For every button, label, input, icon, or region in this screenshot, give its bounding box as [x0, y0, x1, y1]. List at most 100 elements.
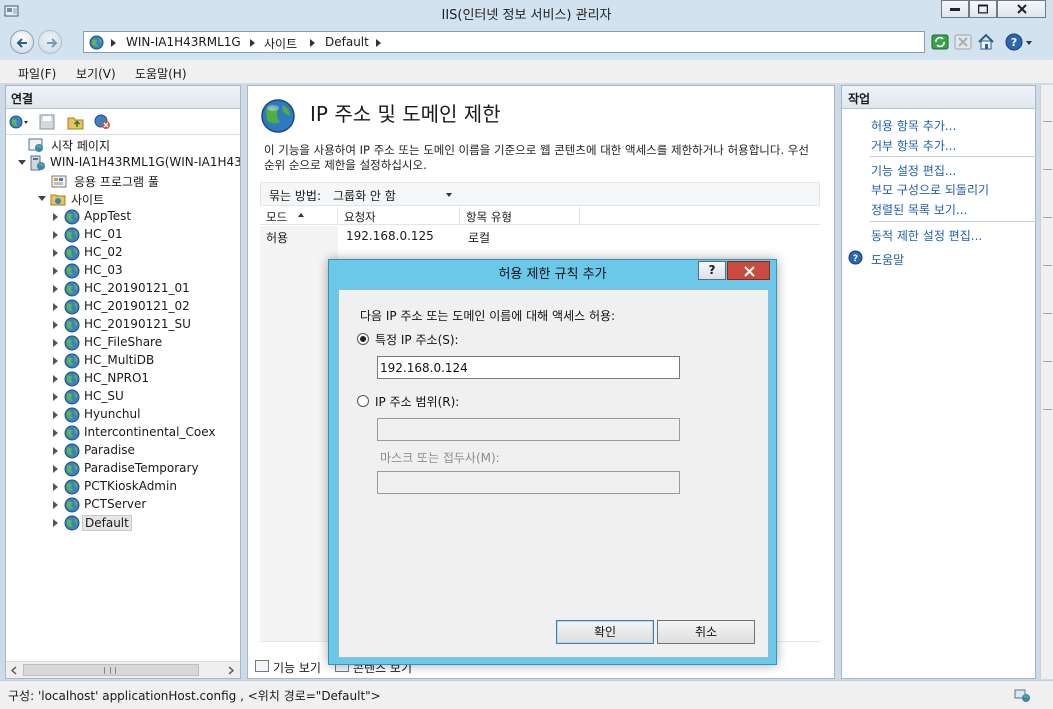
- tree-node-site[interactable]: ParadiseTemporary: [53, 460, 238, 478]
- tree-node-site[interactable]: HC_NPRO1: [53, 370, 238, 388]
- ip-range-input[interactable]: [377, 418, 680, 441]
- specific-ip-input[interactable]: [377, 356, 680, 379]
- tree-node-site[interactable]: Hyunchul: [53, 406, 238, 424]
- expand-arrow-icon[interactable]: [53, 357, 58, 365]
- radio-ip-range-label[interactable]: IP 주소 범위(R):: [375, 393, 459, 410]
- site-globe-icon: [64, 245, 80, 261]
- tab-features-view[interactable]: 기능 보기: [255, 658, 335, 676]
- action-add-deny[interactable]: 거부 항목 추가...: [871, 137, 956, 154]
- expand-arrow-icon[interactable]: [53, 519, 58, 527]
- site-globe-icon: [64, 443, 80, 459]
- connect-globe-icon[interactable]: [9, 114, 31, 130]
- column-header-entry-type[interactable]: 항목 유형: [460, 207, 580, 225]
- help-icon[interactable]: ?: [848, 250, 863, 265]
- close-window-button[interactable]: [997, 0, 1046, 18]
- expand-arrow-icon[interactable]: [53, 429, 58, 437]
- expand-arrow-icon[interactable]: [53, 375, 58, 383]
- tree-node-site[interactable]: HC_MultiDB: [53, 352, 238, 370]
- tree-node-app-pools[interactable]: 응용 프로그램 풀: [51, 172, 231, 190]
- menu-help[interactable]: 도움말(H): [135, 65, 187, 82]
- expand-arrow-icon[interactable]: [53, 447, 58, 455]
- breadcrumb-sites[interactable]: 사이트: [264, 35, 297, 52]
- dialog-close-button[interactable]: [727, 261, 770, 280]
- tree-node-site[interactable]: AppTest: [53, 208, 238, 226]
- tree-node-server[interactable]: WIN-IA1H43RML1G(WIN-IA1H43RML1G: [16, 154, 240, 172]
- tree-node-site[interactable]: HC_20190121_02: [53, 298, 238, 316]
- expand-arrow-icon[interactable]: [53, 501, 58, 509]
- folder-up-icon[interactable]: [67, 114, 85, 130]
- ok-button[interactable]: 확인: [556, 620, 654, 644]
- tree-node-sites[interactable]: 사이트: [38, 190, 218, 208]
- radio-specific-ip-label[interactable]: 특정 IP 주소(S):: [375, 331, 459, 348]
- expand-arrow-icon[interactable]: [53, 249, 58, 257]
- table-row[interactable]: 허용 192.168.0.125 로컬: [260, 226, 820, 246]
- column-header-requester[interactable]: 요청자: [338, 207, 460, 225]
- mask-input[interactable]: [377, 471, 680, 494]
- save-icon[interactable]: [39, 114, 55, 130]
- scroll-right-icon[interactable]: [223, 664, 238, 677]
- forward-button[interactable]: [38, 30, 62, 54]
- tree-node-site[interactable]: HC_FileShare: [53, 334, 238, 352]
- tree-node-start-page[interactable]: 시작 페이지: [28, 136, 238, 154]
- column-header-mode[interactable]: 모드: [260, 207, 338, 225]
- maximize-button[interactable]: [969, 0, 997, 18]
- address-bar[interactable]: WIN-IA1H43RML1G 사이트 Default: [83, 31, 925, 53]
- help-icon[interactable]: ?: [1005, 33, 1023, 51]
- chevron-down-icon[interactable]: [446, 193, 452, 197]
- action-edit-feature-settings[interactable]: 기능 설정 편집...: [871, 162, 956, 179]
- dialog-help-button[interactable]: ?: [698, 261, 726, 280]
- expand-arrow-icon[interactable]: [53, 339, 58, 347]
- tree-node-site[interactable]: Paradise: [53, 442, 238, 460]
- menu-file[interactable]: 파일(F): [18, 65, 56, 82]
- scroll-left-icon[interactable]: [7, 664, 22, 677]
- tree-node-site[interactable]: HC_20190121_01: [53, 280, 238, 298]
- actions-panel: 작업 허용 항목 추가... 거부 항목 추가... 기능 설정 편집... 부…: [841, 85, 1036, 679]
- breadcrumb-server[interactable]: WIN-IA1H43RML1G: [126, 35, 241, 49]
- expand-arrow-icon[interactable]: [53, 231, 58, 239]
- group-by-select[interactable]: 그룹화 안 함: [333, 187, 396, 204]
- menu-view[interactable]: 보기(V): [76, 65, 116, 82]
- radio-specific-ip[interactable]: [357, 333, 369, 345]
- back-button[interactable]: [10, 30, 34, 54]
- stop-icon[interactable]: [954, 33, 972, 51]
- cancel-button[interactable]: 취소: [657, 620, 755, 644]
- tree-node-site[interactable]: PCTKioskAdmin: [53, 478, 238, 496]
- expand-arrow-icon[interactable]: [53, 267, 58, 275]
- help-dropdown-arrow-icon[interactable]: [1026, 41, 1032, 45]
- expand-arrow-icon[interactable]: [53, 303, 58, 311]
- scroll-thumb[interactable]: [23, 664, 199, 676]
- separator: [870, 221, 1036, 222]
- expand-arrow-icon[interactable]: [53, 213, 58, 221]
- right-scroll-strip[interactable]: [1040, 85, 1053, 679]
- action-revert-to-parent[interactable]: 부모 구성으로 되돌리기: [871, 181, 989, 198]
- server-icon: [30, 155, 45, 171]
- action-view-ordered-list[interactable]: 정렬된 목록 보기...: [871, 201, 967, 218]
- disconnect-icon[interactable]: [94, 114, 112, 130]
- tree-node-site[interactable]: HC_03: [53, 262, 238, 280]
- tree-node-site[interactable]: Default: [53, 514, 238, 532]
- tree-node-site[interactable]: HC_01: [53, 226, 238, 244]
- tree-node-site[interactable]: PCTServer: [53, 496, 238, 514]
- expand-arrow-icon[interactable]: [53, 321, 58, 329]
- tree-node-site[interactable]: Intercontinental_Coex: [53, 424, 238, 442]
- expand-arrow-icon[interactable]: [53, 285, 58, 293]
- action-edit-dynamic-restrictions[interactable]: 동적 제한 설정 편집...: [871, 227, 982, 244]
- horizontal-scrollbar[interactable]: [6, 661, 240, 678]
- tree-node-site[interactable]: HC_20190121_SU: [53, 316, 238, 334]
- tree-node-site[interactable]: HC_02: [53, 244, 238, 262]
- minimize-button[interactable]: [941, 0, 969, 18]
- radio-ip-range[interactable]: [357, 395, 369, 407]
- expand-arrow-icon[interactable]: [53, 411, 58, 419]
- collapse-arrow-icon[interactable]: [18, 160, 26, 165]
- collapse-arrow-icon[interactable]: [38, 196, 46, 201]
- expand-arrow-icon[interactable]: [53, 465, 58, 473]
- expand-arrow-icon[interactable]: [53, 483, 58, 491]
- action-help[interactable]: 도움말: [871, 251, 904, 268]
- refresh-icon[interactable]: [931, 33, 949, 51]
- tree-node-site[interactable]: HC_SU: [53, 388, 238, 406]
- home-icon[interactable]: [977, 33, 995, 51]
- breadcrumb-default[interactable]: Default: [325, 35, 369, 49]
- expand-arrow-icon[interactable]: [53, 393, 58, 401]
- minimize-icon: [950, 8, 960, 11]
- action-add-allow[interactable]: 허용 항목 추가...: [871, 117, 956, 134]
